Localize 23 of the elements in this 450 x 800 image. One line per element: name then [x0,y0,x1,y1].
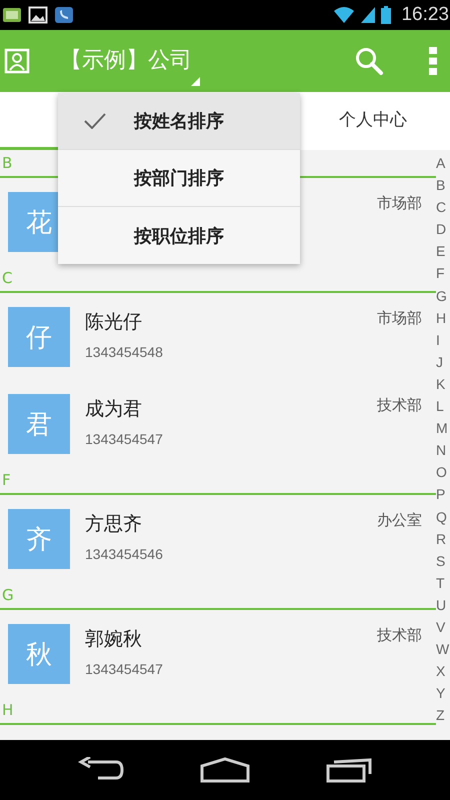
contact-name: 成为君 [85,397,143,422]
contact-phone: 1343454547 [85,661,164,677]
contact-name: 方思齐 [85,512,143,537]
contact-phone: 1343454548 [85,344,164,360]
department-label: 市场部 [377,309,422,328]
department-label: 办公室 [377,511,422,530]
contact-name: 陈光仔 [85,310,143,335]
section-letter: B [2,154,12,172]
contact-phone: 1343454547 [85,431,164,447]
avatar: 君 [8,394,70,454]
avatar: 仔 [8,307,70,367]
contact-phone: 1343454546 [85,546,164,562]
clock-time: 16:23 [401,4,449,26]
department-label: 市场部 [377,194,422,213]
contact-name: 郭婉秋 [85,627,143,652]
avatar: 齐 [8,509,70,569]
department-label: 技术部 [377,626,422,645]
avatar: 秋 [8,624,70,684]
section-letter: F [2,471,11,489]
section-letter: C [2,269,12,287]
department-label: 技术部 [377,396,422,415]
section-letter: H [2,701,14,719]
section-letter: G [2,586,14,604]
